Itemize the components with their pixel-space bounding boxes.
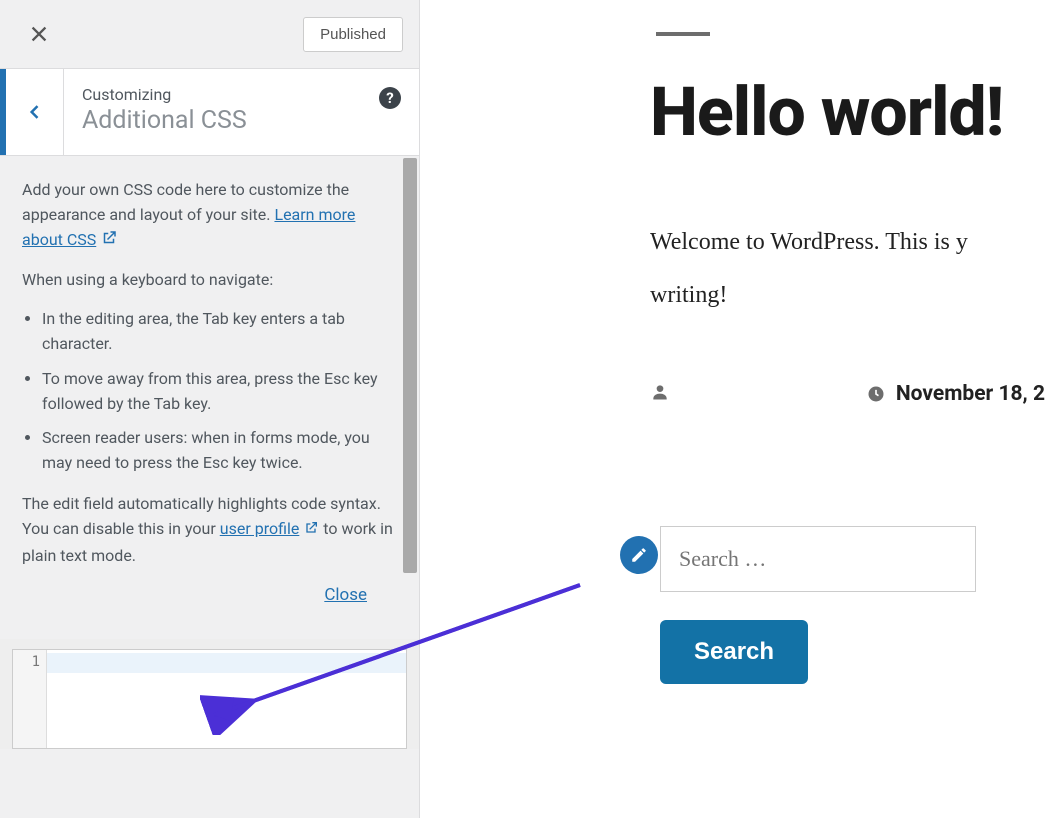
back-button[interactable]	[6, 69, 64, 155]
chevron-left-icon	[25, 102, 45, 122]
person-icon	[650, 382, 670, 402]
customizer-app: Published Customizing Additional CSS ? A…	[0, 0, 1045, 818]
keyboard-intro: When using a keyboard to navigate:	[22, 268, 393, 293]
publish-status-button[interactable]: Published	[303, 17, 403, 52]
close-row: Close	[22, 582, 393, 608]
line-number: 1	[13, 654, 40, 670]
panel-description: Add your own CSS code here to customize …	[0, 156, 419, 639]
post-title[interactable]: Hello world!	[650, 72, 1045, 152]
keyboard-tips-list: In the editing area, the Tab key enters …	[22, 307, 393, 476]
post: Hello world! Welcome to WordPress. This …	[650, 32, 1045, 684]
edit-widget-button[interactable]	[620, 536, 658, 574]
horizontal-rule	[656, 32, 710, 36]
post-meta: November 18, 2	[650, 382, 1045, 406]
top-bar: Published	[0, 0, 419, 68]
customizer-sidebar: Published Customizing Additional CSS ? A…	[0, 0, 420, 818]
close-customizer-button[interactable]	[16, 11, 62, 57]
post-date: November 18, 2	[896, 382, 1045, 406]
panel-header: Customizing Additional CSS ?	[0, 68, 419, 156]
user-profile-link[interactable]: user profile	[220, 519, 300, 538]
close-help-link[interactable]: Close	[324, 585, 367, 605]
scrollbar-thumb[interactable]	[403, 158, 417, 573]
post-body: Welcome to WordPress. This is y writing!	[650, 216, 1045, 322]
external-link-icon	[303, 519, 319, 544]
syntax-paragraph: The edit field automatically highlights …	[22, 492, 393, 568]
panel-titles: Customizing Additional CSS ?	[64, 69, 419, 155]
pencil-icon	[630, 546, 648, 564]
intro-paragraph: Add your own CSS code here to customize …	[22, 178, 393, 254]
site-preview[interactable]: Hello world! Welcome to WordPress. This …	[420, 0, 1045, 818]
post-body-line: Welcome to WordPress. This is y	[650, 216, 1045, 269]
list-item: Screen reader users: when in forms mode,…	[42, 426, 393, 476]
editor-gutter: 1	[13, 650, 47, 748]
date-meta: November 18, 2	[866, 382, 1045, 406]
post-body-line: writing!	[650, 269, 1045, 322]
panel-title: Additional CSS	[82, 106, 401, 135]
clock-icon	[866, 384, 886, 404]
panel-scroll-area: Add your own CSS code here to customize …	[0, 156, 419, 818]
help-button[interactable]: ?	[379, 87, 401, 109]
search-input[interactable]	[660, 526, 976, 592]
active-line	[47, 653, 406, 673]
close-icon	[28, 23, 50, 45]
preview-inner: Hello world! Welcome to WordPress. This …	[420, 32, 1045, 684]
search-button[interactable]: Search	[660, 620, 808, 684]
css-editor[interactable]: 1	[12, 649, 407, 749]
panel-subtitle: Customizing	[82, 85, 401, 104]
external-link-icon	[100, 229, 118, 255]
list-item: To move away from this area, press the E…	[42, 367, 393, 417]
css-editor-wrap: 1	[0, 639, 419, 749]
search-widget: Search	[650, 526, 1045, 684]
editor-code-area[interactable]	[47, 650, 406, 748]
list-item: In the editing area, the Tab key enters …	[42, 307, 393, 357]
author-meta	[650, 382, 670, 406]
